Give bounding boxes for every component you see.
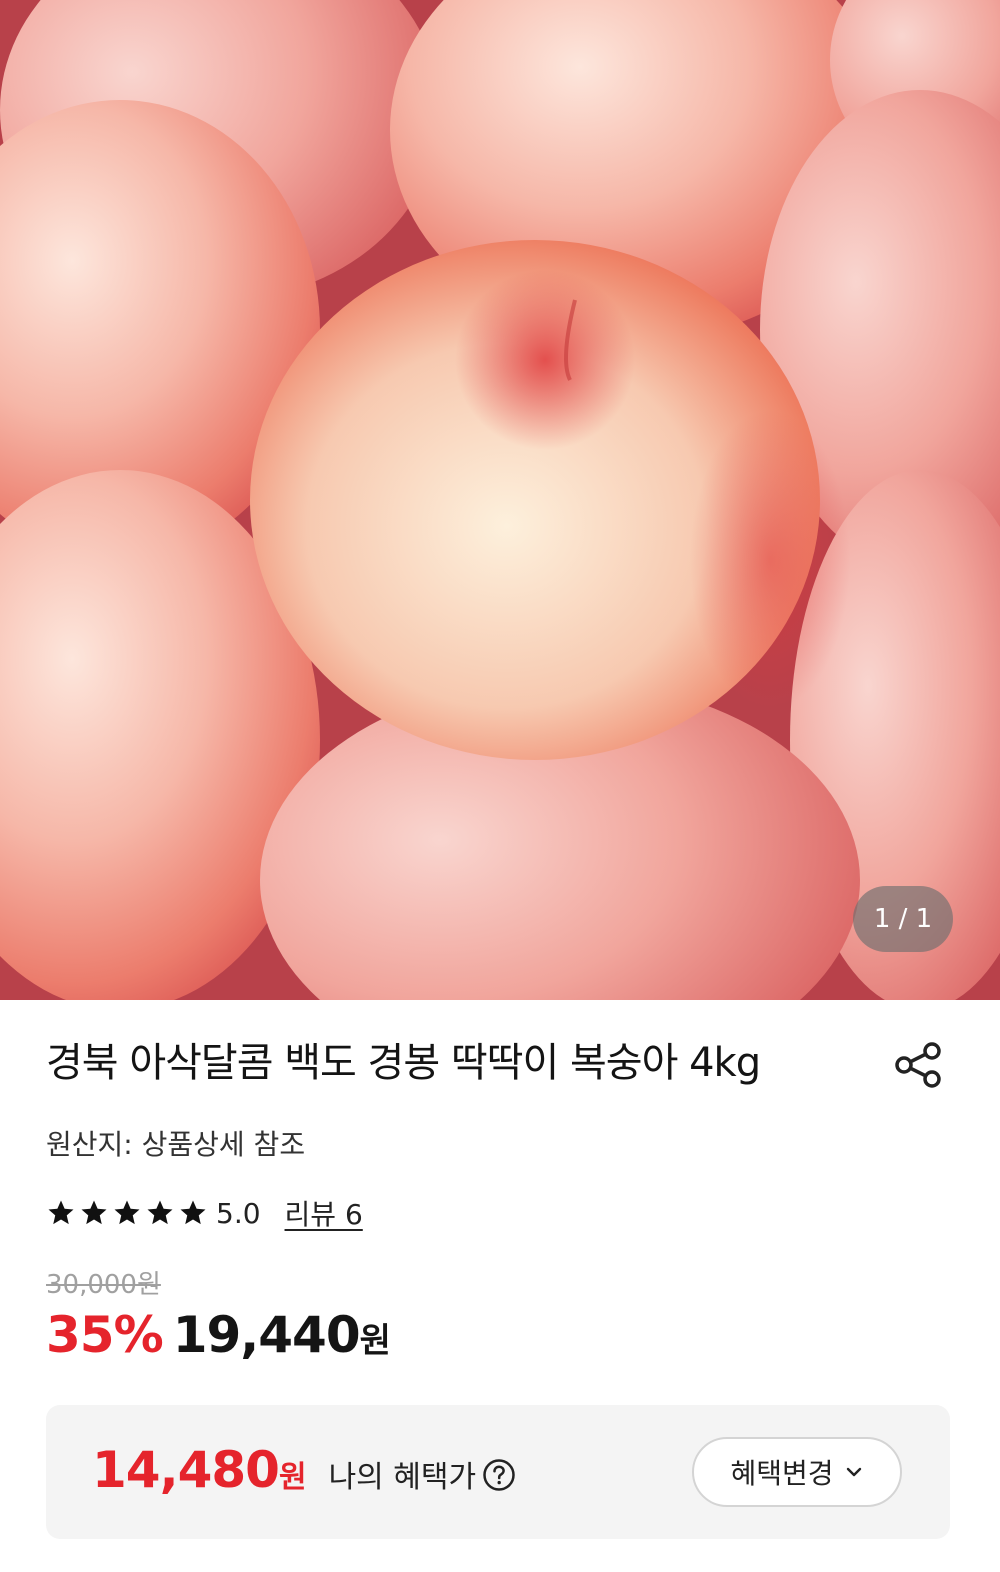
original-price: 30,000원 bbox=[46, 1270, 161, 1300]
image-counter: 1 / 1 bbox=[853, 886, 953, 952]
star-icon bbox=[114, 1200, 140, 1225]
product-title: 경북 아삭달콤 백도 경봉 딱딱이 복숭아 4kg bbox=[46, 1040, 761, 1086]
origin-info: 원산지: 상품상세 참조 bbox=[46, 1128, 306, 1161]
benefit-label: 나의 혜택가 bbox=[328, 1460, 477, 1495]
star-rating bbox=[46, 1198, 208, 1228]
benefit-price-unit: 원 bbox=[278, 1460, 307, 1495]
change-benefit-button[interactable]: 혜택변경 bbox=[692, 1437, 902, 1507]
star-icon bbox=[147, 1200, 173, 1225]
product-image[interactable]: 1 / 1 bbox=[0, 0, 1000, 1000]
star-icon bbox=[180, 1200, 206, 1225]
change-benefit-label: 혜택변경 bbox=[730, 1457, 834, 1490]
benefit-box: 14,480 원 나의 혜택가 혜택변경 bbox=[46, 1405, 950, 1539]
share-icon bbox=[895, 1042, 941, 1088]
rating-value: 5.0 bbox=[216, 1196, 261, 1230]
benefit-price: 14,480 bbox=[92, 1441, 280, 1499]
reviews-link[interactable]: 리뷰 6 bbox=[285, 1193, 363, 1233]
peach-photo bbox=[0, 0, 1000, 1000]
rating-row: 5.0 리뷰 6 bbox=[46, 1193, 363, 1233]
sale-price-unit: 원 bbox=[359, 1321, 391, 1361]
discount-rate: 35% bbox=[46, 1306, 164, 1364]
question-circle-icon[interactable] bbox=[482, 1458, 516, 1492]
sale-price: 19,440 bbox=[172, 1306, 361, 1364]
star-icon bbox=[81, 1200, 107, 1225]
chevron-down-icon bbox=[846, 1467, 861, 1477]
share-button[interactable] bbox=[890, 1037, 946, 1093]
star-icon bbox=[48, 1200, 74, 1225]
price-row: 35% 19,440 원 bbox=[46, 1306, 391, 1364]
benefit-price-row: 14,480 원 나의 혜택가 bbox=[92, 1441, 516, 1499]
